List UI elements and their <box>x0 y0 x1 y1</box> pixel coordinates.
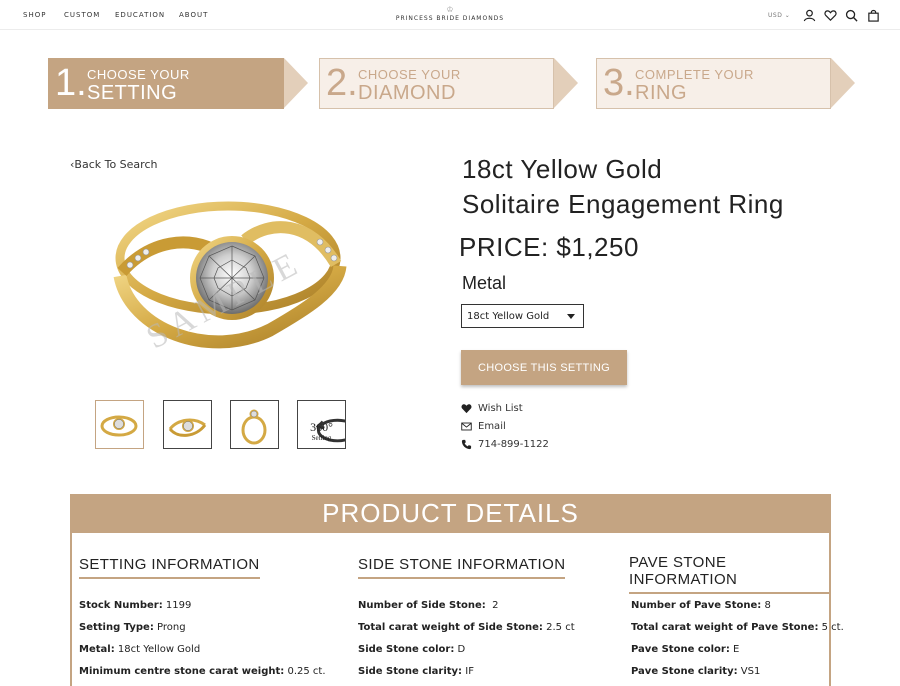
side-stone-information-heading: SIDE STONE INFORMATION <box>358 556 566 579</box>
step-line2: SETTING <box>87 82 178 104</box>
brand-name: PRINCESS BRIDE DIAMONDS <box>395 15 505 22</box>
email-link[interactable]: Email <box>461 419 506 433</box>
step-complete-ring[interactable]: 3. COMPLETE YOUR RING <box>596 58 856 109</box>
spec-row: Minimum centre stone carat weight: 0.25 … <box>79 666 326 677</box>
side-stone-information-column: SIDE STONE INFORMATION <box>358 554 566 579</box>
heart-icon[interactable] <box>824 9 837 22</box>
setting-information-column: SETTING INFORMATION <box>79 554 260 579</box>
step-choose-diamond[interactable]: 2. CHOOSE YOUR DIAMOND <box>319 58 579 109</box>
account-icon[interactable] <box>803 9 816 22</box>
thumbnail-1[interactable] <box>95 400 144 449</box>
spec-row: Total carat weight of Pave Stone: 5 ct. <box>631 622 844 633</box>
thumb-360-number: 360° <box>310 420 333 434</box>
crown-icon: ♔ <box>446 5 454 14</box>
envelope-icon <box>461 422 472 430</box>
step-line1: COMPLETE YOUR <box>635 67 754 82</box>
setting-information-heading: SETTING INFORMATION <box>79 556 260 579</box>
thumb-360-label: Setting <box>311 434 332 442</box>
thumbnail-360-view[interactable]: 360° Setting <box>297 400 346 449</box>
spec-row: Stock Number: 1199 <box>79 600 192 611</box>
spec-row: Number of Side Stone: 2 <box>358 600 499 611</box>
nav-education[interactable]: EDUCATION <box>115 11 165 19</box>
caret-down-icon <box>567 314 575 319</box>
metal-select[interactable]: 18ct Yellow Gold <box>461 304 584 328</box>
nav-about[interactable]: ABOUT <box>179 11 208 19</box>
heart-icon <box>461 403 472 413</box>
pave-stone-information-heading: PAVE STONE INFORMATION <box>629 554 829 594</box>
phone-icon <box>461 439 472 449</box>
search-icon[interactable] <box>845 9 858 22</box>
choose-setting-button[interactable]: CHOOSE THIS SETTING <box>461 350 627 385</box>
spec-row: Side Stone color: D <box>358 644 466 655</box>
phone-link[interactable]: 714-899-1122 <box>461 437 549 451</box>
spec-row: Pave Stone color: E <box>631 644 740 655</box>
step-number: 3. <box>603 62 635 104</box>
step-line1: CHOOSE YOUR <box>87 67 190 82</box>
step-choose-setting[interactable]: 1. CHOOSE YOUR SETTING <box>48 58 308 109</box>
product-title-line2: Solitaire Engagement Ring <box>462 189 784 219</box>
spec-row: Setting Type: Prong <box>79 622 186 633</box>
product-price: PRICE: $1,250 <box>459 232 639 262</box>
wish-list-link[interactable]: Wish List <box>461 401 523 415</box>
step-number: 2. <box>326 62 358 104</box>
product-details-section: PRODUCT DETAILS SETTING INFORMATION Stoc… <box>70 494 844 686</box>
metal-select-value: 18ct Yellow Gold <box>467 311 550 322</box>
spec-row: Total carat weight of Side Stone: 2.5 ct <box>358 622 575 633</box>
product-image[interactable]: SAMPLE <box>100 180 350 375</box>
step-number: 1. <box>55 62 87 104</box>
spec-row: Number of Pave Stone: 8 <box>631 600 771 611</box>
spec-row: Side Stone clarity: IF <box>358 666 474 677</box>
spec-row: Metal: 18ct Yellow Gold <box>79 644 201 655</box>
thumbnail-3[interactable] <box>230 400 279 449</box>
top-navigation: SHOP CUSTOM EDUCATION ABOUT ♔ PRINCESS B… <box>0 0 900 30</box>
currency-selector[interactable]: USD ⌄ <box>768 12 790 19</box>
back-to-search-link[interactable]: ‹Back To Search <box>70 158 157 171</box>
nav-shop[interactable]: SHOP <box>23 11 46 19</box>
product-title-line1: 18ct Yellow Gold <box>462 154 663 184</box>
step-line2: DIAMOND <box>358 82 456 104</box>
product-details-header: PRODUCT DETAILS <box>72 494 829 533</box>
spec-row: Pave Stone clarity: VS1 <box>631 666 761 677</box>
thumbnail-2[interactable] <box>163 400 212 449</box>
nav-custom[interactable]: CUSTOM <box>64 11 100 19</box>
step-line1: CHOOSE YOUR <box>358 67 461 82</box>
metal-label: Metal <box>462 273 507 293</box>
brand-logo[interactable]: ♔ PRINCESS BRIDE DIAMONDS <box>380 5 520 23</box>
pave-stone-information-column: PAVE STONE INFORMATION <box>629 554 829 594</box>
step-line2: RING <box>635 82 687 104</box>
cart-icon[interactable] <box>867 9 880 22</box>
